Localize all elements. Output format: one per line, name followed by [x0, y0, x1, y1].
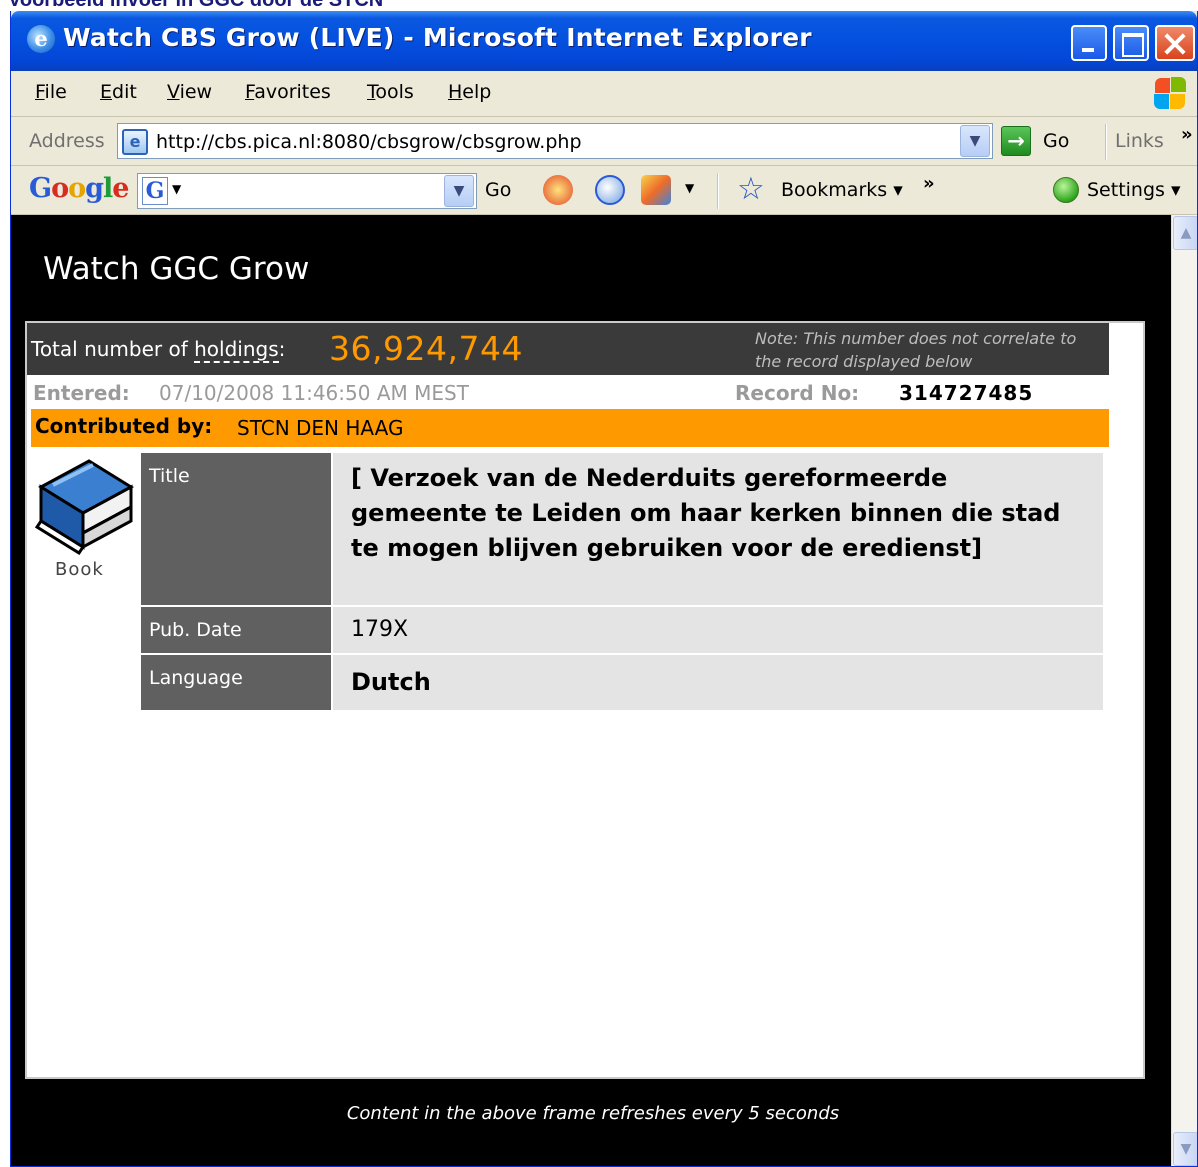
chevron-right-icon[interactable]: » [923, 173, 935, 194]
bookmarks-button[interactable]: Bookmarks ▾ [781, 179, 903, 201]
page-content: Watch GGC Grow Total number of holdings:… [15, 215, 1171, 1166]
search-dropdown-icon[interactable]: ▼ [444, 175, 474, 207]
table-row: Title [ Verzoek van de Nederduits gerefo… [141, 453, 1103, 605]
address-bar: Address e ▼ → Go Links » [11, 118, 1197, 166]
popup-blocker-icon[interactable] [641, 175, 671, 205]
ie-icon: e [27, 25, 55, 53]
contributed-by-bar: Contributed by: STCN DEN HAAG [31, 409, 1109, 447]
address-dropdown-icon[interactable]: ▼ [960, 125, 990, 157]
green-dot-icon[interactable] [1053, 177, 1079, 203]
caret-down-icon[interactable]: ▼ [172, 182, 181, 196]
refresh-note: Content in the above frame refreshes eve… [346, 1103, 840, 1124]
minimize-button[interactable] [1071, 25, 1107, 61]
holdings-label: Total number of holdings: [31, 337, 286, 363]
google-search-box[interactable]: G ▼ ▼ [137, 173, 477, 209]
entered-label: Entered: [33, 381, 130, 405]
go-button[interactable]: Go [1043, 130, 1069, 152]
entered-row: Entered: 07/10/2008 11:46:50 AM MEST Rec… [31, 381, 1109, 409]
pub-date-label: Pub. Date [141, 607, 333, 653]
menu-view[interactable]: View [167, 81, 212, 103]
maximize-button[interactable] [1113, 25, 1149, 61]
record-frame: Total number of holdings: 36,924,744 Not… [25, 321, 1145, 1079]
close-button[interactable] [1155, 25, 1195, 61]
chevron-right-icon[interactable]: » [1181, 124, 1193, 145]
language-value: Dutch [333, 655, 1103, 710]
contributed-by-label: Contributed by: [35, 414, 213, 438]
google-search-input[interactable] [190, 180, 430, 204]
holdings-count: 36,924,744 [329, 329, 523, 368]
scroll-up-icon[interactable]: ▲ [1173, 216, 1197, 250]
menu-tools[interactable]: Tools [367, 81, 414, 103]
title-bar[interactable]: e Watch CBS Grow (LIVE) - Microsoft Inte… [11, 11, 1197, 71]
material-type-label: Book [55, 559, 104, 580]
links-button[interactable]: Links [1115, 130, 1164, 152]
browser-viewport: Watch GGC Grow Total number of holdings:… [11, 215, 1197, 1166]
entered-value: 07/10/2008 11:46:50 AM MEST [159, 381, 469, 405]
menu-help[interactable]: Help [448, 81, 491, 103]
table-row: Language Dutch [141, 655, 1103, 710]
toolbar-separator [1105, 124, 1107, 160]
settings-button[interactable]: Settings ▾ [1087, 179, 1181, 201]
menu-favorites[interactable]: Favorites [245, 81, 331, 103]
search-icon[interactable] [595, 175, 625, 205]
google-toolbar: Google G ▼ ▼ Go ▼ ☆ Bookmarks ▾ » Settin… [11, 167, 1197, 215]
table-row: Pub. Date 179X [141, 607, 1103, 653]
windows-logo-icon [1153, 77, 1187, 111]
google-g-icon[interactable]: G [142, 177, 168, 205]
vertical-scrollbar[interactable]: ▲ ▼ [1171, 215, 1197, 1166]
address-label: Address [29, 130, 105, 152]
menu-bar: File Edit View Favorites Tools Help [11, 71, 1197, 117]
window-title: Watch CBS Grow (LIVE) - Microsoft Intern… [63, 23, 812, 52]
holdings-abbr[interactable]: holdings [194, 337, 279, 363]
news-icon[interactable] [543, 175, 573, 205]
record-no-label: Record No: [735, 381, 860, 405]
book-icon [34, 459, 134, 555]
record-no-value: 314727485 [899, 381, 1034, 405]
go-arrow-icon[interactable]: → [1001, 126, 1031, 156]
holdings-note: Note: This number does not correlate to … [755, 329, 1077, 371]
browser-window: e Watch CBS Grow (LIVE) - Microsoft Inte… [10, 11, 1198, 1167]
record-table: Title [ Verzoek van de Nederduits gerefo… [141, 451, 1103, 712]
title-value: [ Verzoek van de Nederduits gereformeerd… [333, 453, 1103, 605]
pub-date-value: 179X [333, 607, 1103, 653]
toolbar-separator [717, 173, 719, 209]
menu-file[interactable]: File [35, 81, 67, 103]
scroll-down-icon[interactable]: ▼ [1173, 1132, 1197, 1166]
address-box[interactable]: e ▼ [117, 123, 993, 159]
google-logo[interactable]: Google [29, 173, 129, 204]
google-go-button[interactable]: Go [485, 179, 511, 201]
menu-edit[interactable]: Edit [100, 81, 137, 103]
title-label: Title [141, 453, 333, 605]
contributed-by-value: STCN DEN HAAG [237, 416, 404, 440]
address-input[interactable] [156, 130, 946, 154]
holdings-bar: Total number of holdings: 36,924,744 Not… [27, 323, 1109, 375]
star-icon[interactable]: ☆ [737, 171, 765, 207]
caret-down-icon[interactable]: ▼ [685, 181, 694, 195]
ie-page-icon: e [122, 129, 148, 155]
language-label: Language [141, 655, 333, 710]
page-title: Watch GGC Grow [43, 251, 310, 287]
